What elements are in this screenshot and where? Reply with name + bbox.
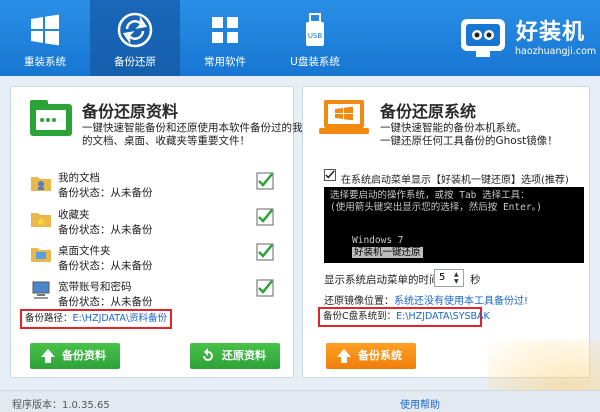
arrow-up-icon — [337, 349, 351, 363]
item-status: 备份状态：从未备份 — [58, 260, 153, 272]
backup-system-desc-2: 一键还原任何工具备份的Ghost镜像！ — [380, 135, 558, 147]
svg-text:USB: USB — [308, 32, 323, 40]
item-name: 我的文档 — [58, 172, 100, 184]
backup-path-label: 备份路径： — [25, 313, 73, 324]
laptop-windows-icon — [319, 100, 369, 134]
terminal-line-2: (使用箭头键突出显示您的选择，然后按 Enter。) — [330, 202, 543, 213]
app-window: 重装系统 备份还原 常用软件 USB U盘装系统 好装机 haozhuangji… — [0, 0, 600, 412]
favorites-folder-icon — [31, 213, 51, 227]
status-bar: 程序版本：1.0.35.65 使用帮助 — [0, 390, 600, 412]
restore-location-row: 还原镜像位置：系统还没有使用本工具备份过! — [324, 292, 528, 307]
checkbox-checked-icon[interactable] — [256, 243, 274, 261]
checkbox-checked-icon[interactable] — [256, 279, 274, 297]
backup-data-button[interactable]: 备份资料 — [30, 343, 120, 369]
timeout-label: 显示系统启动菜单的时间： — [324, 274, 450, 286]
backup-path-value[interactable]: E:\HZJDATA\资料备份 — [73, 313, 168, 324]
backup-drive-label: 备份C盘系统到： — [323, 311, 397, 322]
backup-system-desc-1: 一键快速智能的备份本机系统。 — [380, 122, 527, 134]
item-status: 备份状态：从未备份 — [58, 224, 153, 236]
brand-logo-icon — [461, 19, 505, 57]
nav-reinstall-system[interactable]: 重装系统 — [0, 0, 90, 76]
nav-label: U盘装系统 — [290, 56, 340, 68]
timeout-value[interactable]: 5 — [439, 272, 445, 283]
timeout-unit: 秒 — [470, 274, 481, 286]
sync-icon — [117, 12, 153, 48]
item-name: 收藏夹 — [58, 209, 90, 221]
boot-menu-option-label[interactable]: 在系统启动菜单显示【好装机一键还原】选项(推荐) — [341, 171, 569, 186]
terminal-line-1: 选择要启动的操作系统，或按 Tab 选择工具： — [330, 190, 530, 201]
boot-option-selected: 好装机一键还原 — [352, 247, 423, 258]
nav-backup-restore[interactable]: 备份还原 — [90, 0, 180, 76]
documents-folder-icon — [31, 177, 51, 191]
item-name: 宽带账号和密码 — [58, 281, 132, 293]
usb-icon: USB — [306, 13, 324, 46]
nav-label: 常用软件 — [204, 56, 246, 68]
timeout-spinner[interactable]: 5 ▲ ▼ — [434, 269, 464, 287]
spinner-arrows-icon[interactable]: ▲ ▼ — [454, 271, 462, 285]
backup-drive-value[interactable]: E:\HZJDATA\SYSBAK — [396, 311, 490, 322]
backup-system-button[interactable]: 备份系统 — [326, 343, 416, 369]
restore-location-link[interactable]: 系统还没有使用本工具备份过! — [394, 296, 528, 307]
backup-data-desc-1: 一键快速智能备份和还原使用本软件备份过的我 — [82, 122, 303, 134]
apps-grid-icon — [212, 17, 238, 43]
backup-data-title: 备份还原资料 — [82, 102, 179, 121]
checkbox-checked-icon[interactable] — [256, 172, 274, 190]
backup-drive-field[interactable]: 备份C盘系统到：E:\HZJDATA\SYSBAK — [318, 307, 490, 327]
restore-icon — [203, 348, 213, 361]
item-name: 桌面文件夹 — [58, 245, 111, 257]
backup-path-field[interactable]: 备份路径：E:\HZJDATA\资料备份 — [20, 309, 172, 329]
version-text: 程序版本：1.0.35.65 — [12, 400, 110, 411]
top-nav-bar: 重装系统 备份还原 常用软件 USB U盘装系统 好装机 haozhuangji… — [0, 0, 600, 76]
windows-icon — [31, 14, 59, 46]
brand-name: 好装机 — [516, 20, 586, 45]
nav-label: 重装系统 — [24, 56, 66, 68]
item-status: 备份状态：从未备份 — [58, 187, 153, 199]
help-link[interactable]: 使用帮助 — [400, 396, 440, 411]
brand-url: haozhuangji.com — [515, 46, 597, 57]
folder-icon — [30, 100, 72, 136]
boot-menu-checkbox[interactable] — [324, 169, 336, 181]
backup-data-desc-2: 的文档、桌面、收藏夹等重要文件！ — [82, 135, 250, 147]
item-status: 备份状态：从未备份 — [58, 296, 153, 308]
checkbox-checked-icon[interactable] — [256, 208, 274, 226]
check-icon — [325, 170, 335, 179]
boot-option-windows: Windows 7 — [352, 235, 404, 246]
arrow-up-icon — [41, 349, 55, 363]
boot-menu-preview: 选择要启动的操作系统，或按 Tab 选择工具： (使用箭头键突出显示您的选择，然… — [324, 187, 584, 263]
nav-label: 备份还原 — [114, 56, 156, 68]
network-computer-icon — [32, 281, 50, 299]
backup-system-title: 备份还原系统 — [380, 102, 477, 121]
desktop-folder-icon — [31, 248, 51, 262]
nav-common-software[interactable]: 常用软件 — [180, 0, 270, 76]
restore-data-button[interactable]: 还原资料 — [190, 343, 280, 369]
nav-usb-install[interactable]: USB U盘装系统 — [270, 0, 360, 76]
restore-location-label: 还原镜像位置： — [324, 296, 394, 307]
